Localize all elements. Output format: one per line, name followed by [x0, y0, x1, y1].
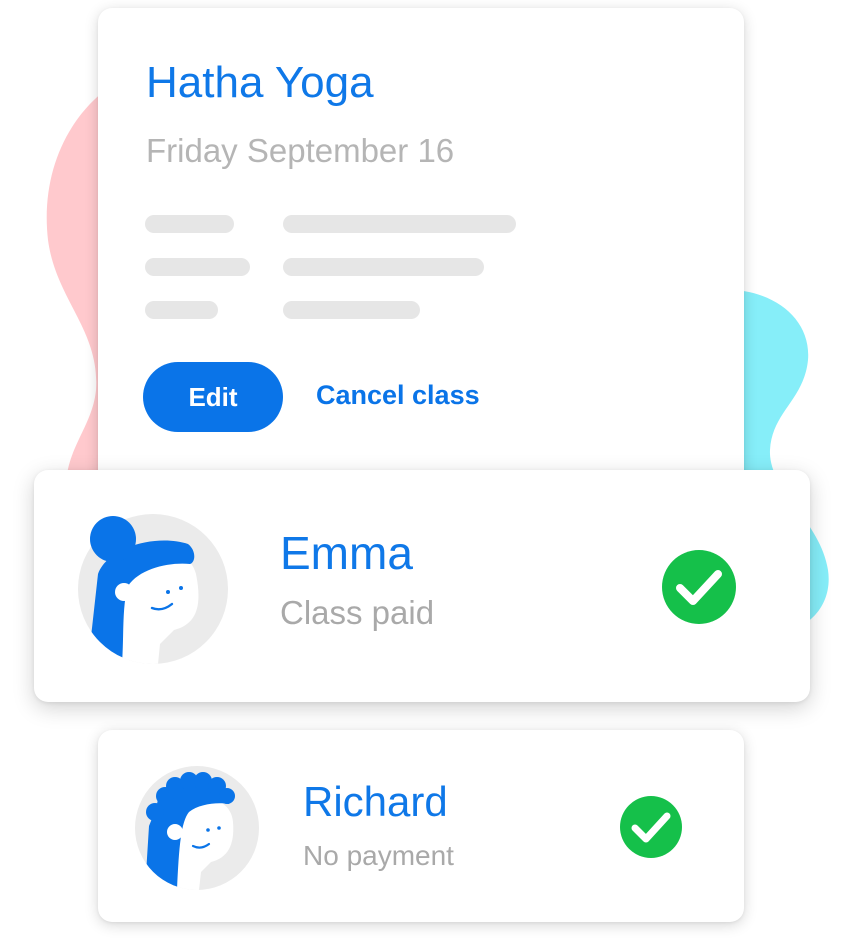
class-card: Hatha Yoga Friday September 16 Edit Canc… — [98, 8, 744, 488]
class-title: Hatha Yoga — [146, 58, 374, 107]
placeholder-line — [145, 301, 218, 319]
attendee-name: Emma — [280, 527, 413, 579]
placeholder-line — [145, 215, 234, 233]
check-circle-icon — [620, 796, 682, 858]
class-date: Friday September 16 — [146, 132, 455, 169]
attendee-name: Richard — [303, 778, 448, 825]
attendee-card-emma[interactable]: Emma Class paid — [34, 470, 810, 702]
attendee-card-richard[interactable]: Richard No payment — [98, 730, 744, 922]
attendee-status: No payment — [303, 840, 454, 871]
placeholder-line — [283, 301, 420, 319]
cancel-class-link[interactable]: Cancel class — [316, 380, 480, 411]
check-circle-icon — [662, 550, 736, 624]
placeholder-line — [283, 258, 484, 276]
attendee-status: Class paid — [280, 594, 435, 631]
placeholder-line — [283, 215, 516, 233]
placeholder-line — [145, 258, 250, 276]
edit-button[interactable]: Edit — [143, 362, 283, 432]
avatar-richard — [135, 766, 259, 890]
avatar-emma — [78, 514, 228, 664]
